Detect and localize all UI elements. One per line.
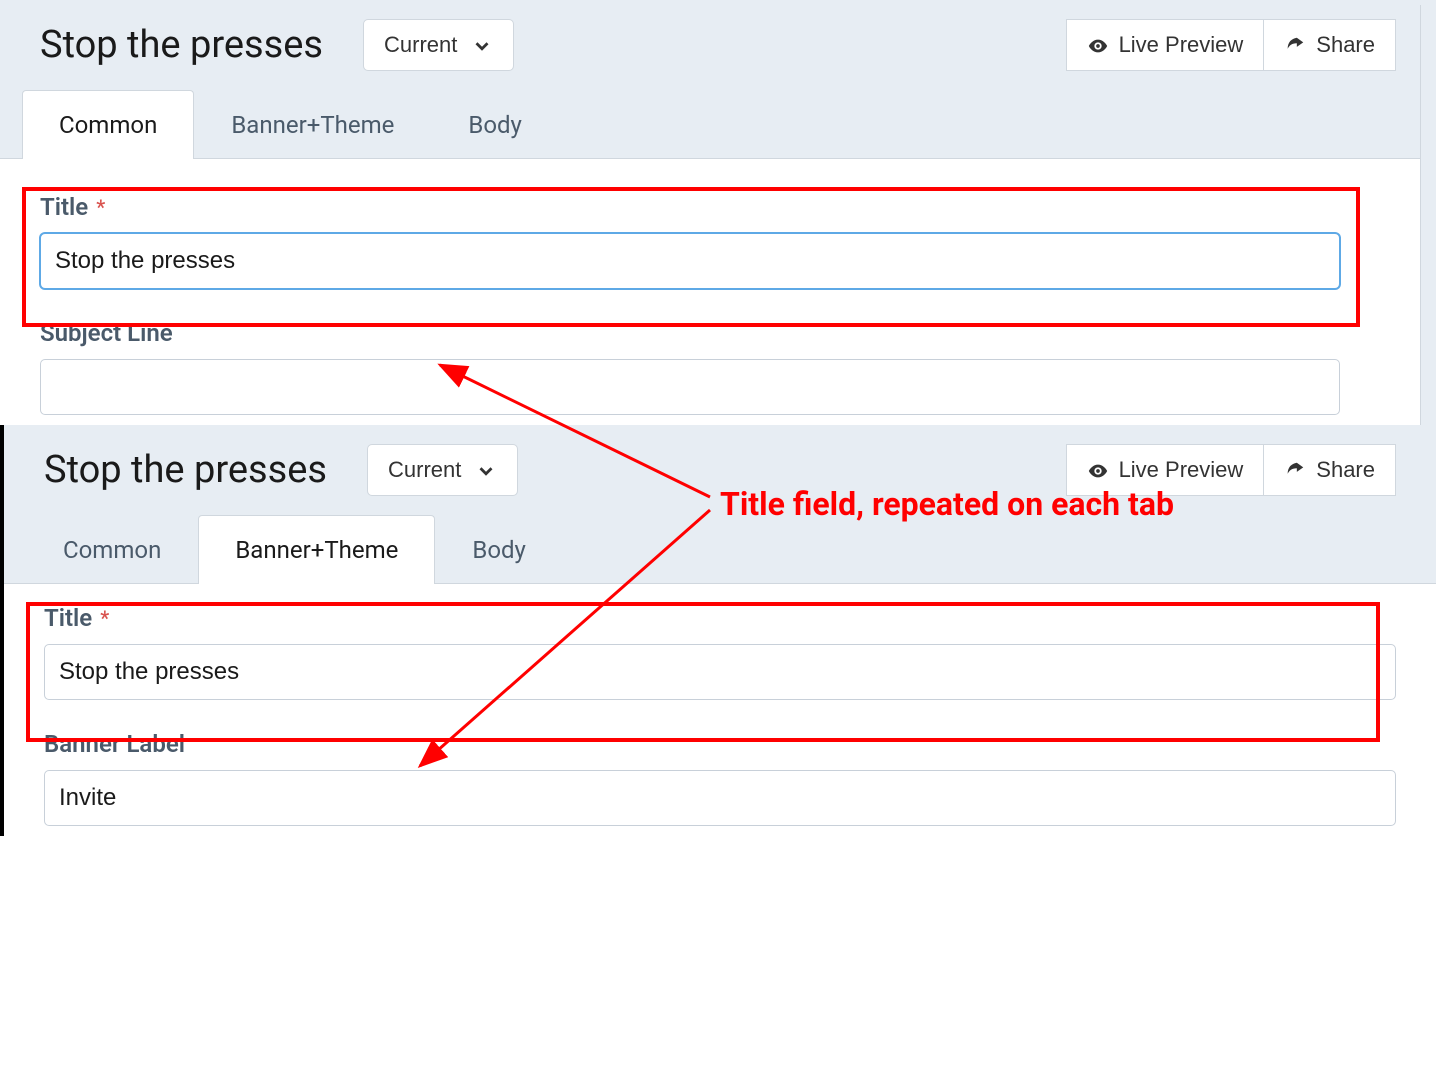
live-preview-button[interactable]: Live Preview	[1066, 19, 1264, 71]
banner-label-input[interactable]	[44, 770, 1396, 826]
title-label: Title *	[40, 193, 1340, 221]
tab-common[interactable]: Common	[22, 90, 194, 159]
page-title: Stop the presses	[40, 23, 323, 67]
chevron-down-icon	[471, 457, 497, 483]
subject-line-label-text: Subject Line	[40, 319, 173, 347]
title-input[interactable]	[40, 233, 1340, 289]
share-button[interactable]: Share	[1263, 444, 1396, 496]
version-dropdown[interactable]: Current	[363, 19, 514, 71]
share-label: Share	[1316, 32, 1375, 58]
tab-bar: CommonBanner+ThemeBody	[0, 90, 1436, 159]
title-label-text: Title	[44, 604, 92, 632]
tab-common[interactable]: Common	[26, 515, 198, 584]
title-field-group: Title *	[22, 159, 1358, 299]
banner-label-label-text: Banner Label	[44, 730, 185, 758]
form-area: Title * Subject Line	[0, 159, 1436, 425]
live-preview-label: Live Preview	[1119, 457, 1244, 483]
header-actions: Live Preview Share	[1066, 19, 1396, 71]
title-label: Title *	[44, 604, 1396, 632]
sidebar-clip	[1420, 5, 1436, 475]
banner-label-label: Banner Label	[44, 730, 1396, 758]
form-area: Title * Banner Label	[4, 584, 1436, 836]
tab-body[interactable]: Body	[435, 515, 563, 584]
version-label: Current	[388, 457, 461, 483]
eye-icon	[1087, 32, 1109, 58]
required-indicator: *	[100, 606, 109, 630]
eye-icon	[1087, 457, 1109, 483]
subject-line-input[interactable]	[40, 359, 1340, 415]
page-title: Stop the presses	[44, 448, 327, 492]
editor-header: Stop the presses Current Live Preview Sh…	[0, 0, 1436, 90]
subject-line-field-group: Subject Line	[22, 299, 1358, 425]
share-icon	[1284, 457, 1306, 483]
title-input[interactable]	[44, 644, 1396, 700]
share-button[interactable]: Share	[1263, 19, 1396, 71]
live-preview-label: Live Preview	[1119, 32, 1244, 58]
tab-banner-theme[interactable]: Banner+Theme	[198, 515, 435, 584]
share-icon	[1284, 32, 1306, 58]
subject-line-label: Subject Line	[40, 319, 1340, 347]
banner-label-field-group: Banner Label	[26, 710, 1414, 836]
required-indicator: *	[96, 195, 105, 219]
title-label-text: Title	[40, 193, 88, 221]
screenshot-0: Stop the presses Current Live Preview Sh…	[0, 0, 1436, 425]
tab-bar: CommonBanner+ThemeBody	[4, 515, 1436, 584]
tab-body[interactable]: Body	[431, 90, 559, 159]
tab-banner-theme[interactable]: Banner+Theme	[194, 90, 431, 159]
screenshot-1: Stop the presses Current Live Preview Sh…	[0, 425, 1436, 836]
chevron-down-icon	[467, 32, 493, 58]
version-label: Current	[384, 32, 457, 58]
version-dropdown[interactable]: Current	[367, 444, 518, 496]
share-label: Share	[1316, 457, 1375, 483]
title-field-group: Title *	[26, 584, 1414, 710]
annotation-text: Title field, repeated on each tab	[720, 485, 1174, 523]
